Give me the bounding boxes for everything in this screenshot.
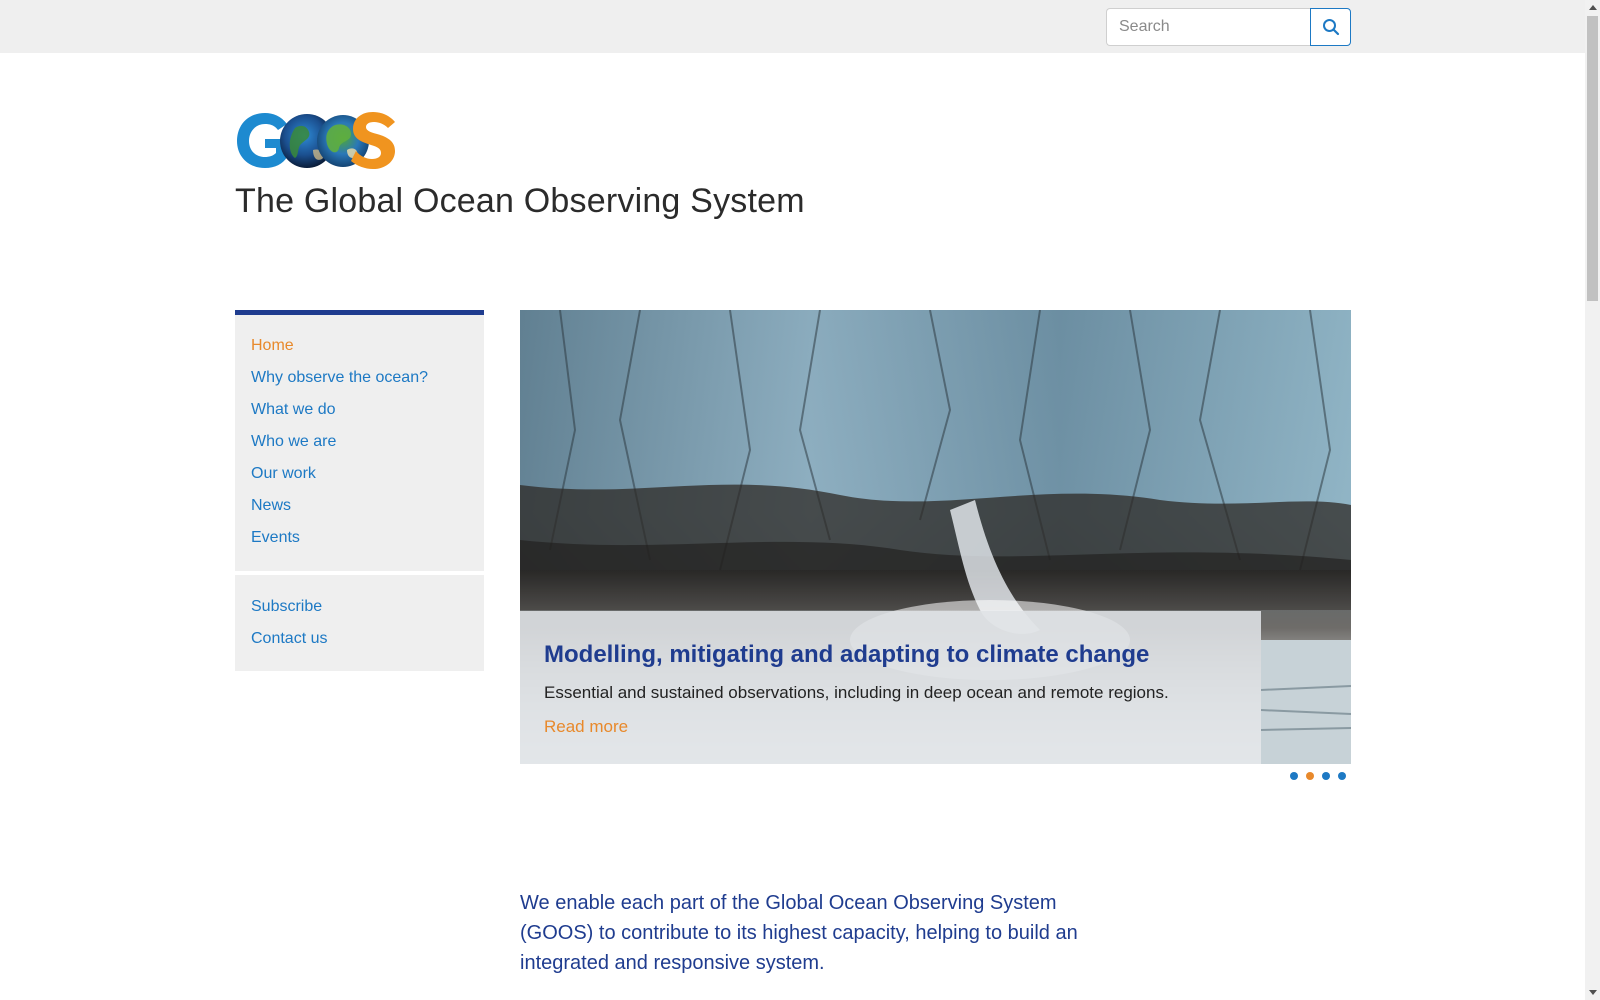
scrollbar-thumb[interactable] — [1587, 16, 1598, 301]
scroll-down-arrow-icon[interactable] — [1585, 985, 1600, 1000]
top-bar — [0, 0, 1585, 53]
search-input[interactable] — [1106, 8, 1310, 46]
search-icon — [1322, 19, 1339, 36]
read-more-link[interactable]: Read more — [544, 717, 628, 737]
carousel-dot-2[interactable] — [1306, 772, 1314, 780]
sidebar-item-our-work[interactable]: Our work — [235, 458, 484, 490]
sidebar-item-subscribe[interactable]: Subscribe — [235, 591, 484, 623]
search-form — [1106, 8, 1351, 46]
slide-text: Essential and sustained observations, in… — [544, 683, 1169, 702]
search-button[interactable] — [1310, 8, 1351, 46]
carousel-indicators — [1290, 772, 1346, 780]
slide-caption: Modelling, mitigating and adapting to cl… — [520, 611, 1261, 764]
sidebar-secondary-nav: Subscribe Contact us — [235, 575, 484, 671]
carousel-dot-4[interactable] — [1338, 772, 1346, 780]
sidebar-item-why-observe[interactable]: Why observe the ocean? — [235, 362, 484, 394]
sidebar-item-news[interactable]: News — [235, 490, 484, 522]
goos-logo[interactable] — [235, 110, 400, 170]
carousel-dot-1[interactable] — [1290, 772, 1298, 780]
sidebar-nav: Home Why observe the ocean? What we do W… — [235, 310, 484, 571]
sidebar-item-events[interactable]: Events — [235, 522, 484, 554]
sidebar-item-home[interactable]: Home — [235, 330, 484, 362]
intro-text: We enable each part of the Global Ocean … — [520, 892, 1078, 974]
sidebar-item-what-we-do[interactable]: What we do — [235, 394, 484, 426]
site-title: The Global Ocean Observing System — [235, 182, 805, 220]
page-scrollbar[interactable] — [1585, 0, 1600, 1000]
sidebar-item-contact-us[interactable]: Contact us — [235, 623, 484, 655]
slide-title[interactable]: Modelling, mitigating and adapting to cl… — [544, 641, 1237, 669]
carousel-dot-3[interactable] — [1322, 772, 1330, 780]
sidebar-item-who-we-are[interactable]: Who we are — [235, 426, 484, 458]
scroll-up-arrow-icon[interactable] — [1585, 0, 1600, 15]
hero-carousel[interactable]: Modelling, mitigating and adapting to cl… — [520, 310, 1351, 764]
